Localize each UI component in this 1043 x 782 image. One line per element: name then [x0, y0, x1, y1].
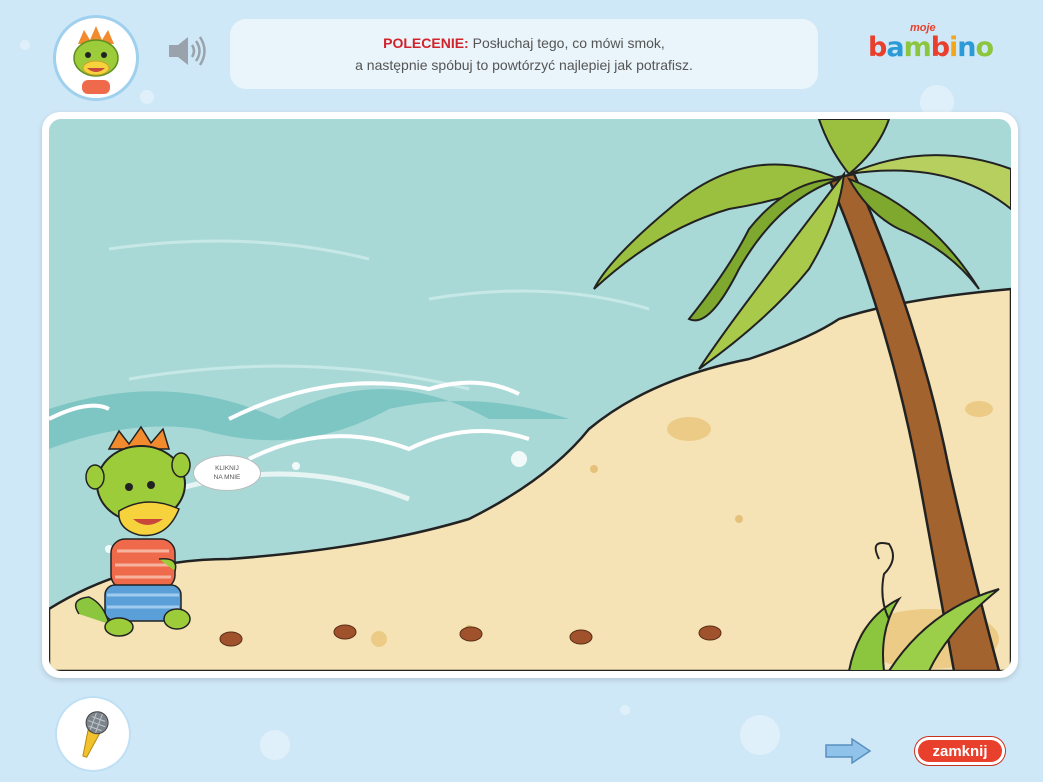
bg-bubble — [740, 715, 780, 755]
speech-bubble[interactable]: KLIKNIJ NA MNIE — [193, 455, 261, 491]
close-button[interactable]: zamknij — [915, 737, 1005, 765]
shell — [459, 626, 483, 642]
microphone-icon[interactable] — [57, 698, 129, 770]
instruction-text-2: a następnie spóbuj to powtórzyć najlepie… — [355, 57, 693, 73]
instruction-line-1: POLECENIE: Posłuchaj tego, co mówi smok, — [230, 32, 818, 54]
bg-bubble — [260, 730, 290, 760]
shell — [698, 625, 722, 641]
instruction-panel: POLECENIE: Posłuchaj tego, co mówi smok,… — [230, 19, 818, 89]
logo-letter: n — [957, 32, 976, 63]
speech-line-2: NA MNIE — [213, 474, 241, 481]
logo-letter: b — [868, 32, 887, 63]
shell — [219, 631, 243, 647]
arrow-right-icon[interactable] — [824, 737, 872, 765]
dragon-avatar-icon[interactable] — [56, 18, 136, 98]
logo-letter: m — [903, 32, 932, 63]
brand-logo: moje bambino — [868, 22, 994, 66]
shell — [333, 624, 357, 640]
logo-letter: o — [975, 32, 995, 63]
scene-frame — [42, 112, 1018, 678]
shell — [569, 629, 593, 645]
instruction-text-1: Posłuchaj tego, co mówi smok, — [472, 35, 665, 51]
instruction-label: POLECENIE: — [383, 35, 469, 51]
logo-letter: b — [930, 32, 950, 63]
bg-bubble — [20, 40, 30, 50]
logo-letter: a — [886, 32, 904, 63]
bg-bubble — [620, 705, 630, 715]
speaker-icon[interactable] — [166, 34, 208, 68]
speech-line-1: KLIKNIJ — [215, 465, 239, 472]
beach-scene — [49, 119, 1011, 671]
logo-brand-text: bambino — [868, 32, 995, 63]
bg-bubble — [140, 90, 154, 104]
